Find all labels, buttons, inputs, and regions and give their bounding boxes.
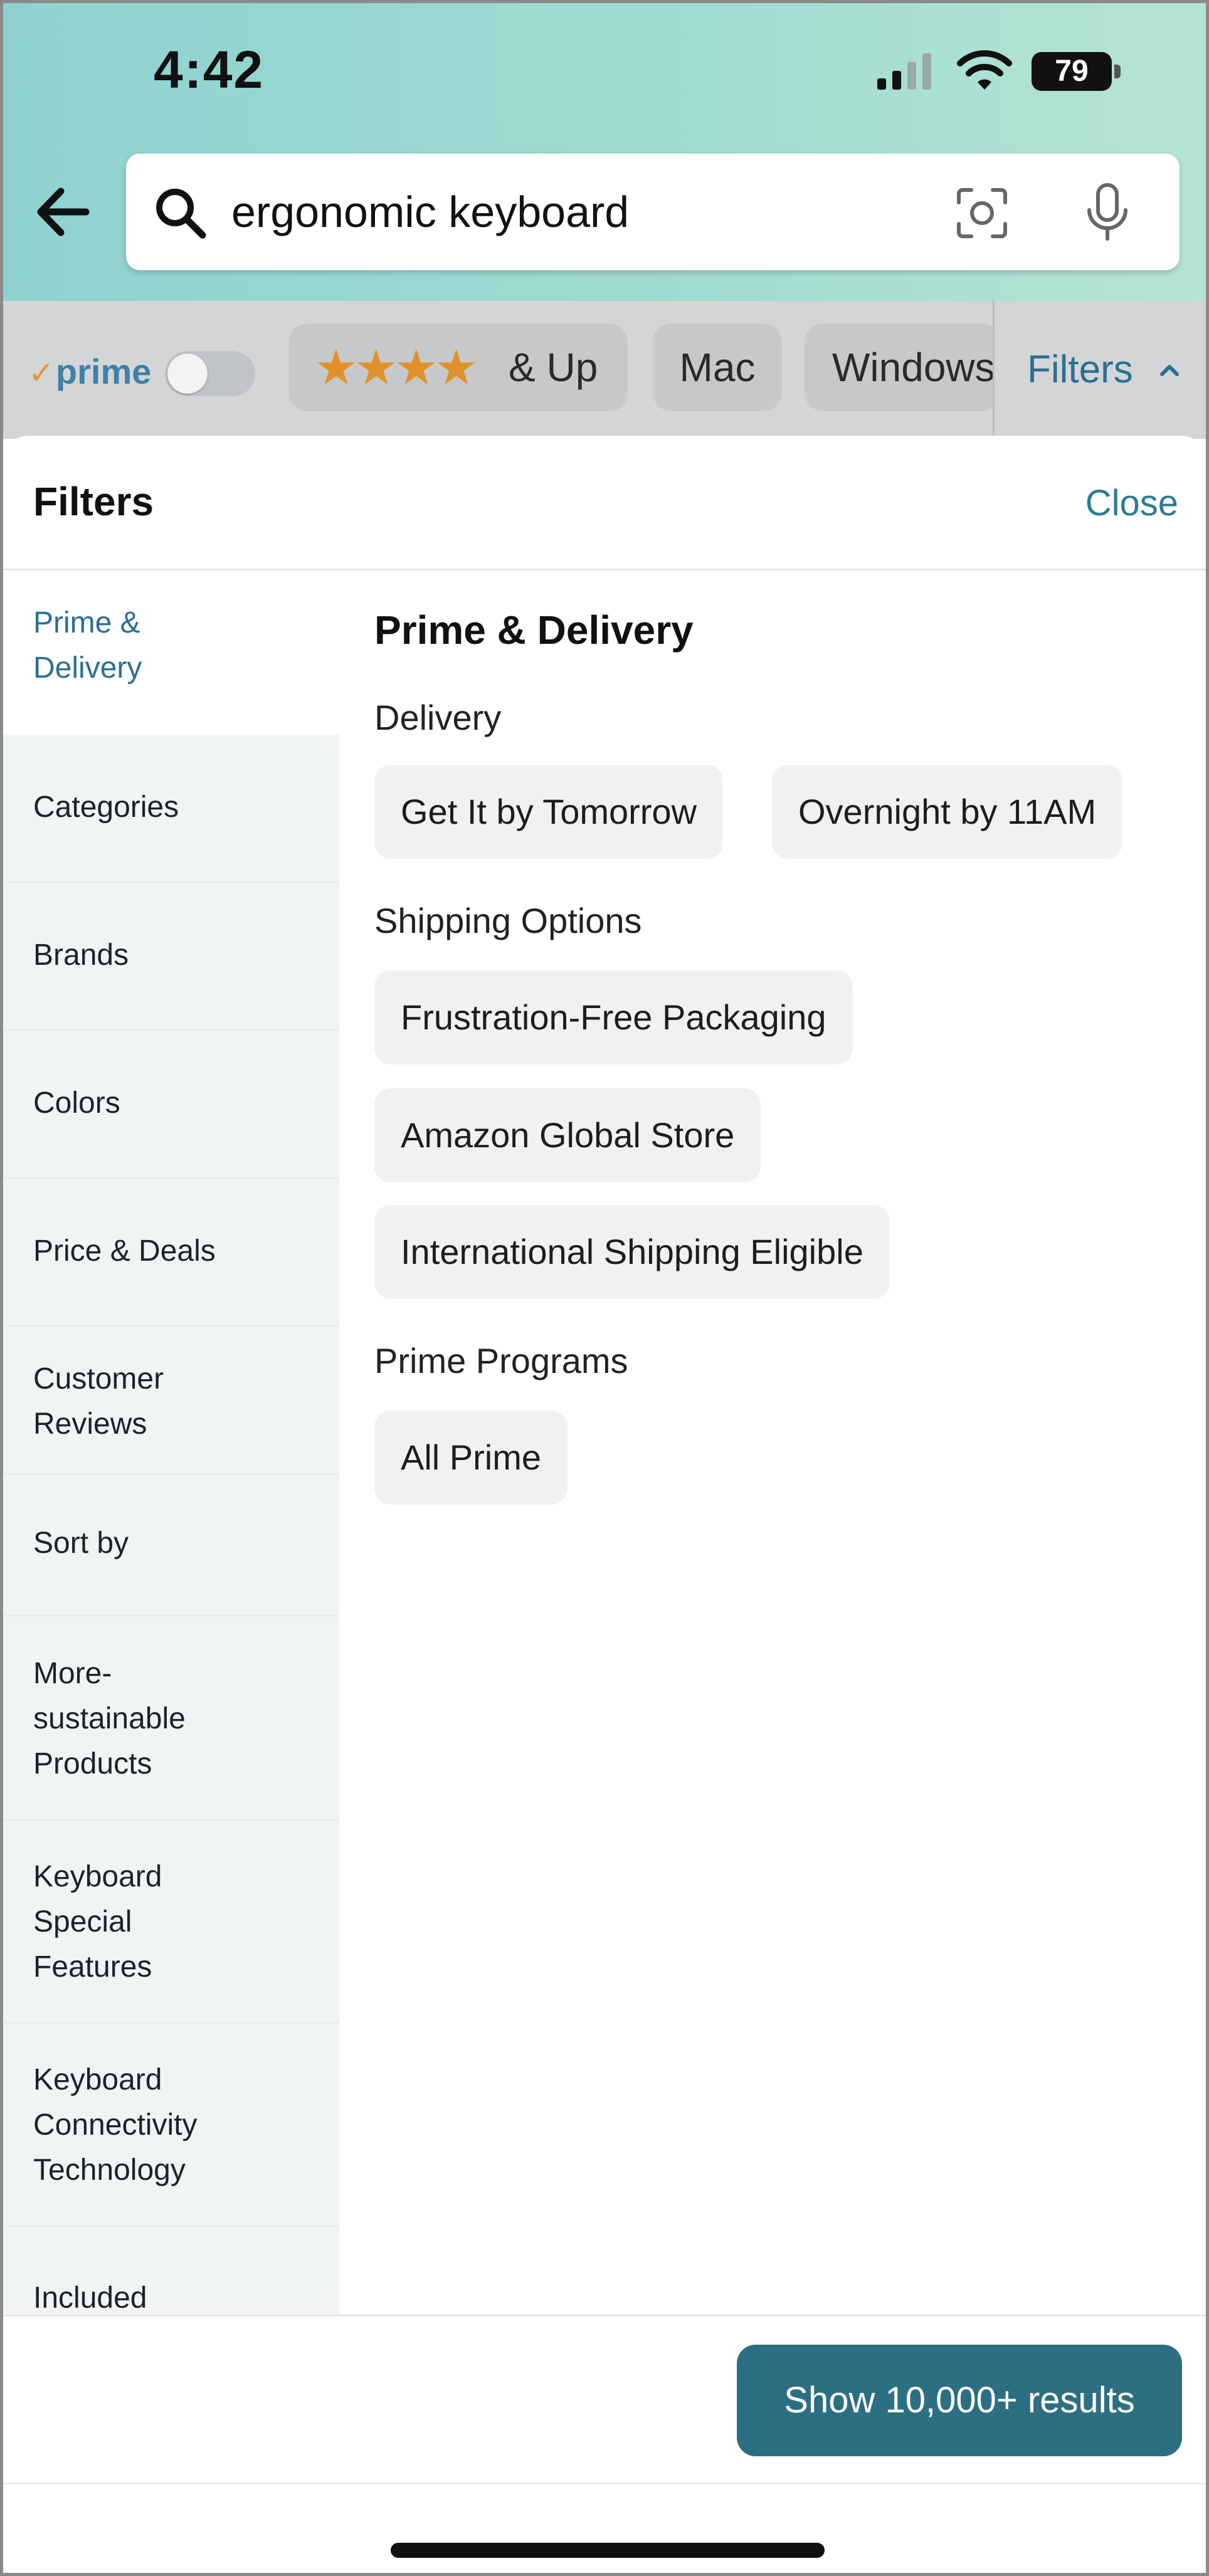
search-input[interactable]: ergonomic keyboard [126, 154, 1180, 270]
prime-switch-knob [167, 354, 208, 394]
nav-item-label: Keyboard Connectivity Technology [33, 2063, 198, 2187]
nav-item-label: More- sustainable Products [33, 1657, 186, 1780]
option-amazon-global-store[interactable]: Amazon Global Store [374, 1088, 761, 1182]
section-label-prime-programs: Prime Programs [374, 1341, 628, 1380]
nav-item-customer-reviews[interactable]: Customer Reviews [3, 1327, 339, 1475]
option-get-it-by-tomorrow[interactable]: Get It by Tomorrow [374, 765, 724, 859]
search-icon [156, 189, 206, 239]
filter-chip-bar: ✓prime ★★★★ & Up Mac Windows Filters [3, 301, 1206, 439]
nav-item-brands[interactable]: Brands [3, 883, 339, 1031]
wifi-icon [957, 50, 1012, 90]
option-frustration-free-packaging[interactable]: Frustration-Free Packaging [374, 970, 853, 1065]
status-time: 4:42 [154, 40, 265, 99]
show-results-button[interactable]: Show 10,000+ results [737, 2345, 1182, 2456]
nav-item-label: Keyboard Special Features [33, 1860, 162, 1984]
option-international-shipping-eligible[interactable]: International Shipping Eligible [374, 1205, 890, 1299]
nav-item-label: Sort by [33, 1527, 129, 1560]
nav-item-price-deals[interactable]: Price & Deals [3, 1179, 339, 1327]
microphone-icon[interactable] [1079, 181, 1136, 244]
section-label-shipping-options: Shipping Options [374, 901, 642, 940]
chip-mac[interactable]: Mac [653, 323, 782, 411]
nav-item-label: Categories [33, 791, 179, 824]
filter-category-nav: Prime & Delivery Categories Brands Color… [3, 570, 339, 2315]
nav-item-sort-by[interactable]: Sort by [3, 1475, 339, 1616]
battery-tip [1114, 65, 1121, 78]
nav-item-label: Customer Reviews [33, 1362, 164, 1441]
chip-windows[interactable]: Windows [805, 323, 1000, 411]
nav-item-label: Included [33, 2281, 147, 2315]
nav-item-label: Prime & Delivery [33, 606, 142, 685]
content-heading: Prime & Delivery [374, 607, 694, 653]
battery-level: 79 [1055, 55, 1089, 88]
battery-icon: 79 [1032, 52, 1126, 91]
option-overnight-by-11am[interactable]: Overnight by 11AM [772, 765, 1123, 859]
chip-four-stars-and-up[interactable]: ★★★★ & Up [289, 323, 628, 411]
nav-item-included[interactable]: Included [3, 2227, 339, 2315]
nav-item-colors[interactable]: Colors [3, 1031, 339, 1179]
search-query: ergonomic keyboard [231, 187, 630, 236]
prime-label: prime [55, 352, 152, 391]
chevron-up-icon [1160, 365, 1179, 376]
filters-toggle-label: Filters [1027, 348, 1133, 391]
nav-item-prime-delivery[interactable]: Prime & Delivery [3, 570, 339, 735]
prime-check-icon: ✓ [28, 355, 55, 391]
divider [3, 2315, 1206, 2316]
prime-toggle[interactable]: ✓prime [28, 340, 267, 402]
prime-switch[interactable] [165, 351, 255, 396]
nav-item-categories[interactable]: Categories [3, 735, 339, 883]
nav-item-sustainable-products[interactable]: More- sustainable Products [3, 1616, 339, 1821]
nav-item-label: Colors [33, 1086, 120, 1120]
camera-lens-icon[interactable] [954, 185, 1010, 241]
header: 4:42 79 ergonomic keyboard [3, 3, 1206, 301]
close-button[interactable]: Close [1085, 482, 1178, 524]
phone-screen: 4:42 79 ergonomic keyboard ✓prime ★★★★ &… [0, 0, 1209, 2576]
nav-item-label: Brands [33, 938, 129, 972]
arrow-left-icon[interactable] [28, 177, 97, 246]
cellular-signal-icon [877, 53, 931, 90]
filters-panel: Filters Close Prime & Delivery Categorie… [3, 436, 1206, 2573]
chip-label: & Up [509, 345, 598, 390]
nav-item-label: Price & Deals [33, 1234, 216, 1268]
filters-toggle-button[interactable]: Filters [993, 301, 1206, 439]
section-label-delivery: Delivery [374, 698, 502, 737]
bottom-action-bar: Show 10,000+ results [3, 2315, 1206, 2573]
prime-logo: ✓prime [28, 351, 151, 392]
nav-item-keyboard-special-features[interactable]: Keyboard Special Features [3, 1821, 339, 2024]
star-rating-icon: ★★★★ [314, 340, 478, 395]
home-indicator[interactable] [391, 2543, 825, 2558]
divider [3, 2483, 1206, 2484]
panel-title: Filters [33, 479, 154, 524]
nav-item-keyboard-connectivity[interactable]: Keyboard Connectivity Technology [3, 2024, 339, 2227]
option-all-prime[interactable]: All Prime [374, 1411, 568, 1505]
